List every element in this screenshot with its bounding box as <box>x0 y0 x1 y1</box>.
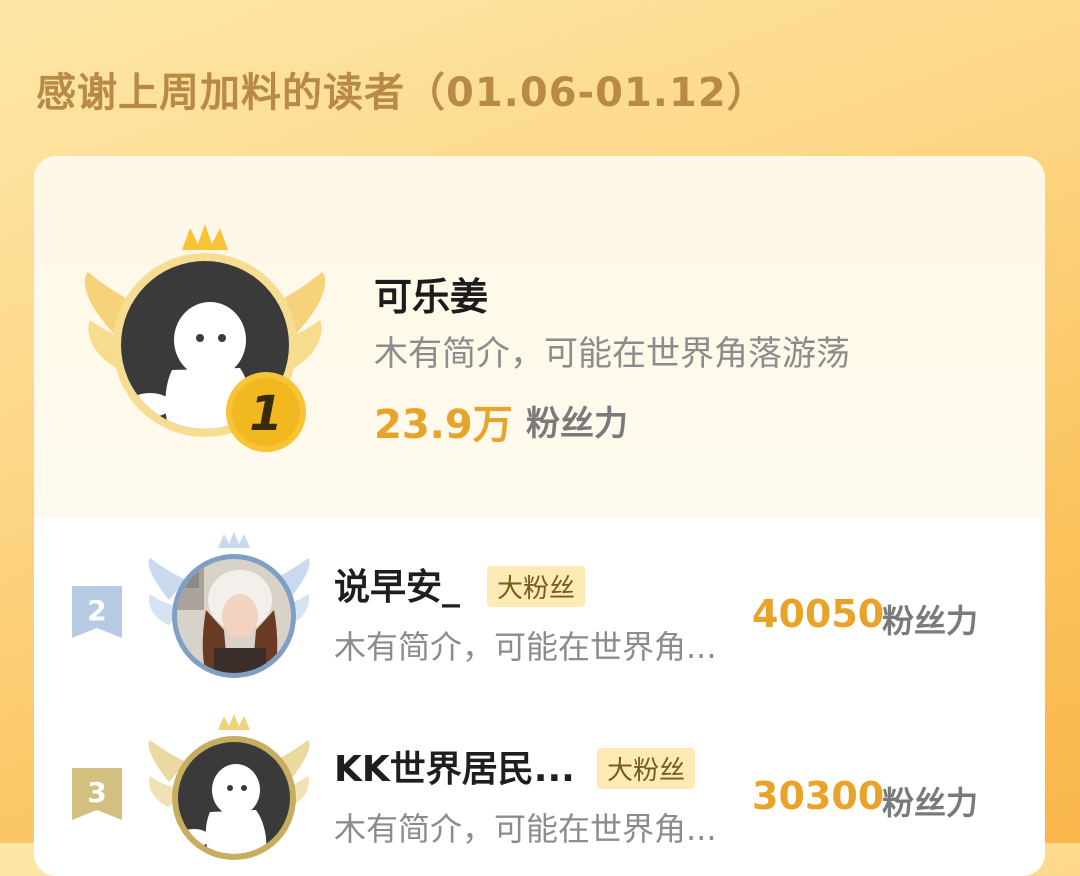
top-reader-score: 23.9万 <box>374 402 513 448</box>
rank-number: 2 <box>87 594 106 627</box>
crown-icon <box>218 532 250 548</box>
gold-wings-crown-avatar-icon: 1 <box>84 224 326 452</box>
reader-intro: 木有简介，可能在世界角... <box>334 810 717 848</box>
reader-score: 30300 <box>752 774 885 818</box>
top-reader-score-unit: 粉丝力 <box>526 404 628 444</box>
leaderboard-card: 1 可乐姜 木有简介，可能在世界角落游荡 23.9万 粉丝力 2 说早安_ 大粉… <box>34 156 1045 876</box>
rank-ribbon-icon: 2 <box>72 586 122 638</box>
list-item[interactable]: 3 KK世界居民... 大粉丝 木有简介，可能在世界角... 30300 粉丝力 <box>34 712 1045 876</box>
top-reader-name[interactable]: 可乐姜 <box>374 266 488 321</box>
reader-name[interactable]: 说早安_ <box>334 558 460 610</box>
list-item[interactable]: 2 说早安_ 大粉丝 木有简介，可能在世界角... 40050 粉丝力 <box>34 530 1045 700</box>
crown-icon <box>218 714 250 730</box>
reader-score-unit: 粉丝力 <box>882 602 979 640</box>
page-title: 感谢上周加料的读者（01.06-01.12） <box>36 70 768 116</box>
top-reader-avatar[interactable]: 1 <box>80 220 330 460</box>
rank-ribbon-icon: 3 <box>72 768 122 820</box>
reader-avatar[interactable] <box>144 712 314 862</box>
crown-icon <box>182 224 228 250</box>
top-reader-section[interactable]: 1 可乐姜 木有简介，可能在世界角落游荡 23.9万 粉丝力 <box>34 156 1045 518</box>
rank-number: 1 <box>249 386 282 442</box>
fan-level-badge: 大粉丝 <box>597 748 696 789</box>
rank-number: 3 <box>87 776 106 809</box>
reader-score-unit: 粉丝力 <box>882 784 979 822</box>
reader-intro: 木有简介，可能在世界角... <box>334 628 717 666</box>
reader-score: 40050 <box>752 592 885 636</box>
fan-level-badge: 大粉丝 <box>487 566 586 607</box>
reader-name[interactable]: KK世界居民... <box>334 740 575 792</box>
reader-avatar[interactable] <box>144 530 314 680</box>
top-reader-intro: 木有简介，可能在世界角落游荡 <box>374 334 850 374</box>
